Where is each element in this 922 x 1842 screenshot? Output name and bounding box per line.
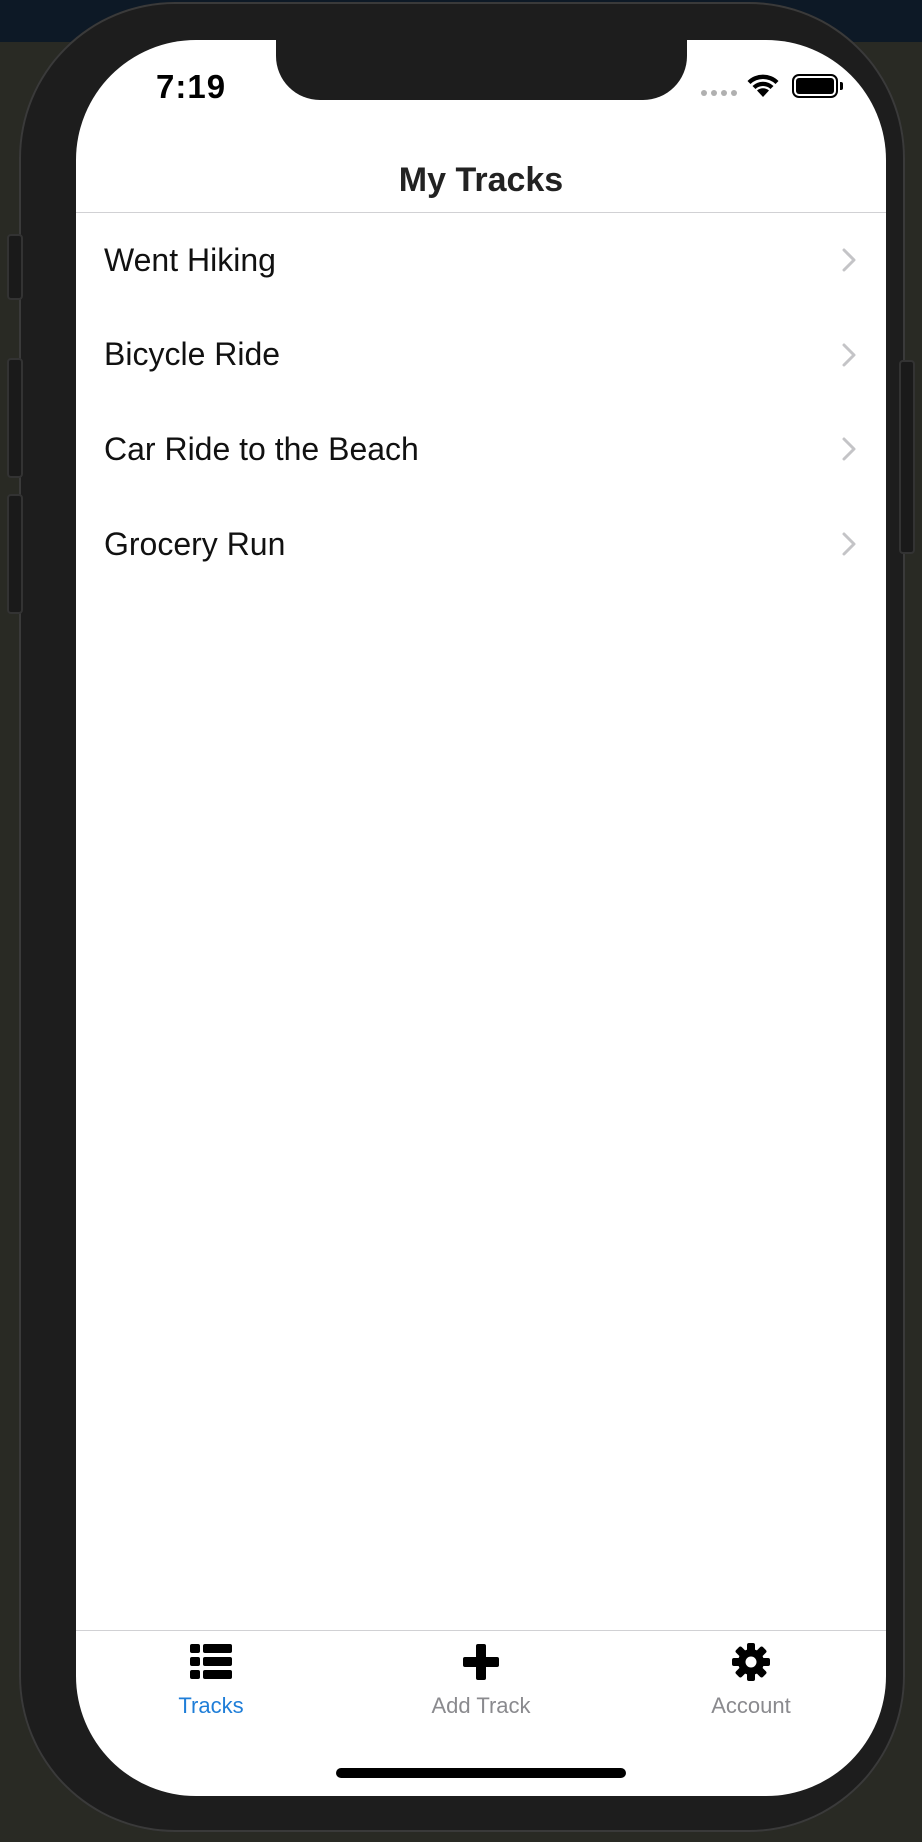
list-item[interactable]: Car Ride to the Beach xyxy=(76,402,886,497)
gear-icon xyxy=(730,1641,772,1683)
track-list: Went Hiking Bicycle Ride Car Ride to the… xyxy=(76,213,886,591)
list-item[interactable]: Went Hiking xyxy=(76,213,886,308)
track-label: Grocery Run xyxy=(104,525,286,562)
tab-tracks[interactable]: Tracks xyxy=(76,1631,346,1731)
chevron-right-icon xyxy=(842,248,856,272)
home-indicator[interactable] xyxy=(336,1768,626,1778)
tab-bar: Tracks Add Track Account xyxy=(76,1630,886,1731)
chevron-right-icon xyxy=(842,532,856,556)
tab-add-track-label: Add Track xyxy=(431,1693,531,1718)
tab-account-label: Account xyxy=(711,1693,791,1718)
battery-icon xyxy=(792,74,838,98)
page-title: My Tracks xyxy=(398,160,564,199)
list-item[interactable]: Bicycle Ride xyxy=(76,308,886,403)
wifi-icon xyxy=(747,74,779,97)
device-frame: 7:19 My Tracks Went Hiking Bicycle Ride … xyxy=(7,2,915,1832)
list-icon xyxy=(190,1641,232,1683)
navigation-bar: My Tracks xyxy=(76,140,886,213)
track-label: Bicycle Ride xyxy=(104,336,281,373)
volume-up-button xyxy=(7,358,23,478)
tab-tracks-label: Tracks xyxy=(178,1693,244,1718)
notch xyxy=(276,40,687,100)
track-label: Car Ride to the Beach xyxy=(104,430,419,467)
phone-screen: 7:19 My Tracks Went Hiking Bicycle Ride … xyxy=(76,40,886,1796)
chevron-right-icon xyxy=(842,437,856,461)
tab-add-track[interactable]: Add Track xyxy=(346,1631,616,1731)
power-button xyxy=(899,360,915,554)
cellular-signal-icon xyxy=(701,90,737,96)
battery-tip xyxy=(840,82,843,90)
mute-switch xyxy=(7,234,23,300)
track-label: Went Hiking xyxy=(104,241,276,278)
volume-down-button xyxy=(7,494,23,614)
status-time: 7:19 xyxy=(156,68,227,105)
chevron-right-icon xyxy=(842,343,856,367)
list-item[interactable]: Grocery Run xyxy=(76,497,886,592)
tab-account[interactable]: Account xyxy=(616,1631,886,1731)
plus-icon xyxy=(460,1641,502,1683)
